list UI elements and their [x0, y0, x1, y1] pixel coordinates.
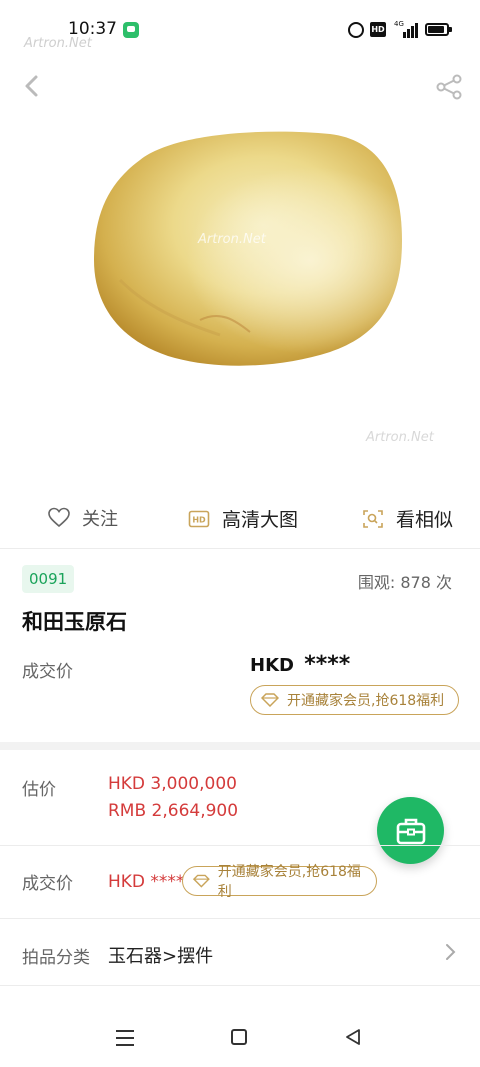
vip-membership-button[interactable]: 开通藏家会员,抢618福利 [250, 685, 459, 715]
follow-button[interactable]: 关注 [48, 505, 118, 531]
hd-image-label: 高清大图 [222, 509, 299, 531]
estimate-rmb: RMB 2,664,900 [108, 801, 239, 821]
home-button[interactable] [231, 1029, 247, 1045]
view-count: 围观: 878 次 [357, 573, 452, 592]
scan-icon [363, 509, 383, 528]
watermark-bottom: Artron.Net [366, 430, 434, 445]
category-label: 拍品分类 [22, 948, 90, 968]
product-image[interactable]: Artron.Net [80, 120, 410, 380]
network-type-label: 4G [394, 20, 404, 28]
auction-item-screen: 10:37 HD 4G Artron.Net Artron.Net Artron… [0, 0, 480, 1067]
section-divider [0, 742, 480, 750]
nav-back-button[interactable] [344, 1028, 362, 1046]
estimate-hkd: HKD 3,000,000 [108, 774, 237, 794]
battery-icon [425, 23, 452, 36]
status-bar: 10:37 HD 4G [0, 0, 480, 60]
view-similar-label: 看相似 [396, 509, 454, 531]
vip-membership-button-2[interactable]: 开通藏家会员,抢618福利 [182, 864, 377, 900]
lot-number-badge: 0091 [22, 565, 75, 593]
diamond-icon [261, 693, 279, 707]
follow-label: 关注 [82, 509, 118, 530]
divider [0, 918, 480, 919]
jade-stone-image [94, 131, 402, 366]
deal-price-value-2: HKD **** [108, 872, 185, 892]
hd-image-button[interactable]: HD 高清大图 [188, 505, 298, 532]
divider [0, 548, 480, 549]
deal-masked-value: **** [304, 652, 351, 677]
watermark-top: Artron.Net [24, 36, 92, 51]
divider [0, 985, 480, 986]
category-value: 玉石器>摆件 [108, 946, 214, 967]
vip-membership-text: 开通藏家会员,抢618福利 [287, 693, 445, 709]
message-notification-icon [123, 22, 139, 38]
deal-price-masked: HKD **** [250, 652, 350, 677]
chevron-left-icon [25, 75, 38, 97]
view-similar-button[interactable]: 看相似 [362, 505, 453, 532]
share-icon [436, 74, 462, 100]
deal-price-label-2: 成交价 [22, 874, 73, 894]
hd-icon: HD [188, 510, 210, 527]
recent-apps-button[interactable] [116, 1030, 134, 1046]
chevron-right-icon [446, 944, 456, 960]
cellular-signal-icon: 4G [394, 20, 418, 38]
vip-membership-text-2: 开通藏家会员,抢618福利 [217, 864, 361, 900]
back-button[interactable] [18, 72, 46, 100]
briefcase-icon [396, 818, 425, 844]
deal-currency: HKD [250, 655, 294, 676]
alarm-icon [348, 22, 364, 38]
hd-voice-icon: HD [370, 22, 386, 37]
deal-price-label: 成交价 [22, 662, 73, 682]
shopping-bag-button[interactable] [377, 797, 444, 864]
estimate-label: 估价 [22, 780, 56, 800]
watermark-center: Artron.Net [198, 232, 266, 247]
item-title: 和田玉原石 [22, 610, 127, 634]
share-button[interactable] [434, 72, 464, 102]
heart-icon [48, 507, 70, 528]
svg-text:HD: HD [192, 515, 206, 524]
divider [0, 845, 480, 846]
diamond-icon [193, 874, 210, 888]
